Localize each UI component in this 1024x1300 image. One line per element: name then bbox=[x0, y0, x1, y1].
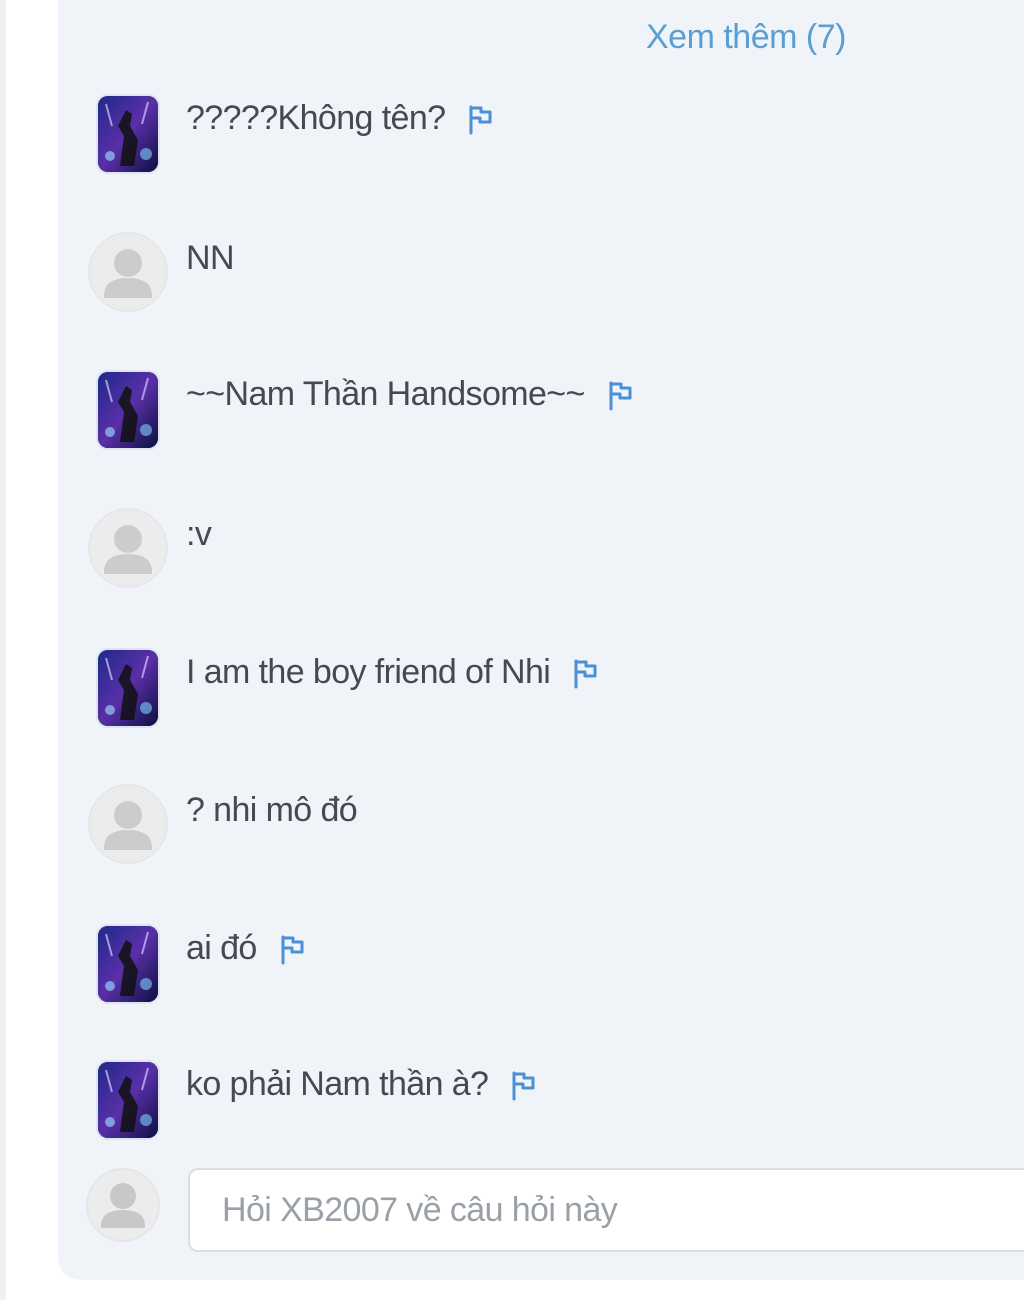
user-avatar[interactable] bbox=[98, 926, 158, 1002]
comment-text-content: ~~Nam Thần Handsome~~ bbox=[186, 375, 585, 413]
comment-text: ?????Không tên? bbox=[186, 96, 495, 140]
left-border bbox=[0, 0, 6, 1300]
user-avatar[interactable] bbox=[98, 650, 158, 726]
flag-icon[interactable] bbox=[465, 102, 495, 135]
comment-text: NN bbox=[186, 236, 235, 280]
comment-text: :v bbox=[186, 512, 212, 556]
user-icon bbox=[114, 801, 142, 829]
comment-text-content: ?????Không tên? bbox=[186, 99, 446, 137]
comment-item: ai đó bbox=[88, 922, 988, 1006]
current-user-avatar bbox=[86, 1168, 160, 1242]
flag-icon[interactable] bbox=[605, 378, 635, 411]
user-avatar[interactable] bbox=[98, 96, 158, 172]
user-avatar[interactable] bbox=[88, 232, 168, 312]
comment-text-content: ? nhi mô đó bbox=[186, 791, 358, 829]
comment-text: ko phải Nam thần à? bbox=[186, 1062, 538, 1106]
flag-icon[interactable] bbox=[508, 1068, 538, 1101]
comment-text: ai đó bbox=[186, 926, 307, 970]
user-avatar[interactable] bbox=[98, 372, 158, 448]
user-icon bbox=[114, 525, 142, 553]
comment-text: ~~Nam Thần Handsome~~ bbox=[186, 372, 635, 416]
user-avatar[interactable] bbox=[98, 1062, 158, 1138]
comment-item: ko phải Nam thần à? bbox=[88, 1058, 988, 1142]
flag-icon[interactable] bbox=[570, 656, 600, 689]
user-icon bbox=[114, 249, 142, 277]
comment-text-content: :v bbox=[186, 515, 212, 553]
comment-item: ~~Nam Thần Handsome~~ bbox=[88, 368, 988, 452]
comment-text: ? nhi mô đó bbox=[186, 788, 358, 832]
comment-text: I am the boy friend of Nhi bbox=[186, 650, 600, 694]
user-avatar[interactable] bbox=[88, 784, 168, 864]
comment-item: NN bbox=[88, 232, 988, 316]
comment-text-content: ko phải Nam thần à? bbox=[186, 1065, 489, 1103]
reply-input[interactable] bbox=[188, 1168, 1024, 1252]
comment-text-content: ai đó bbox=[186, 929, 257, 967]
comment-item: :v bbox=[88, 508, 988, 592]
comment-item: I am the boy friend of Nhi bbox=[88, 646, 988, 730]
user-icon bbox=[110, 1183, 136, 1209]
comment-item: ?????Không tên? bbox=[88, 92, 988, 176]
comment-text-content: NN bbox=[186, 239, 235, 277]
comment-item: ? nhi mô đó bbox=[88, 784, 988, 868]
comment-text-content: I am the boy friend of Nhi bbox=[186, 653, 551, 691]
see-more-link[interactable]: Xem thêm (7) bbox=[646, 14, 846, 60]
page: Xem thêm (7) ?????Không tên? NN ~~Nam Thần… bbox=[0, 0, 1024, 1300]
flag-icon[interactable] bbox=[277, 932, 307, 965]
user-avatar[interactable] bbox=[88, 508, 168, 588]
